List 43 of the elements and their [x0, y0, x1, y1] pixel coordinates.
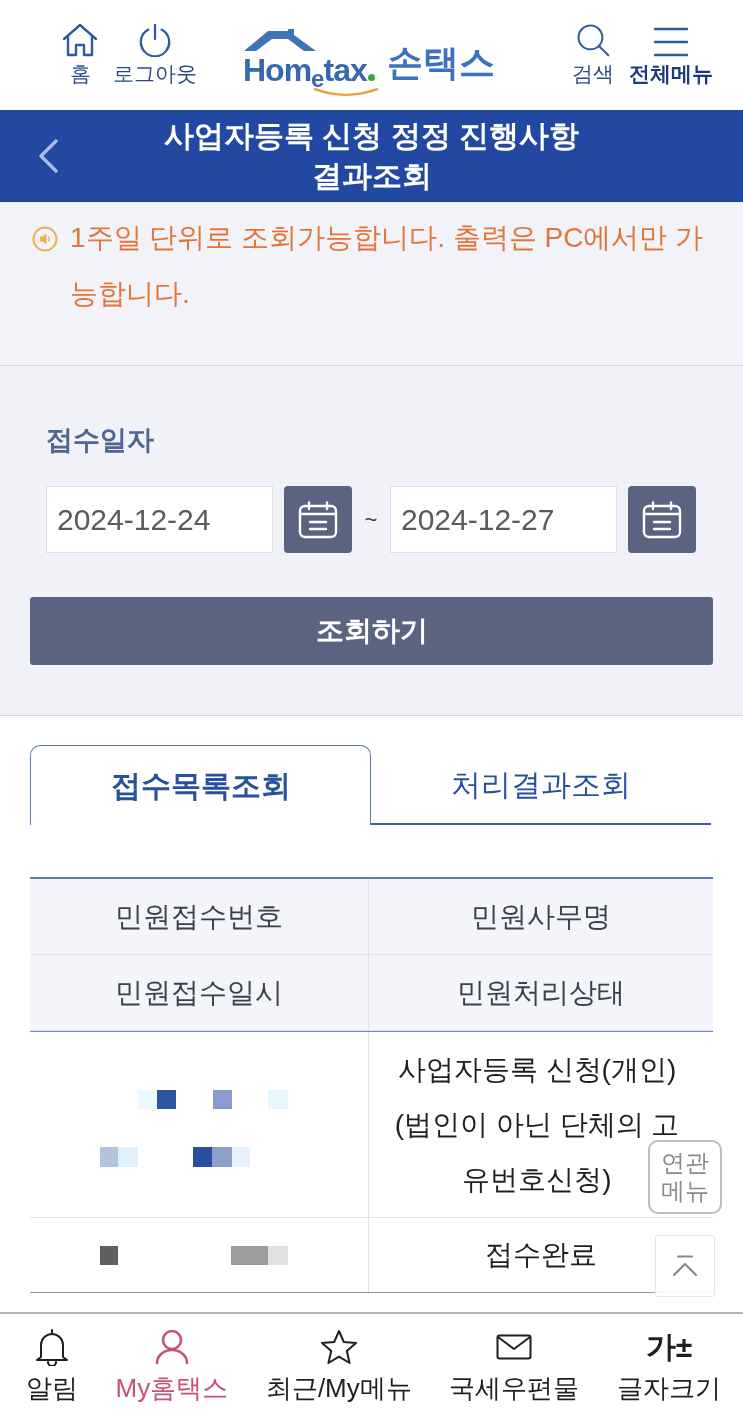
search-submit-button[interactable]: 조회하기 [30, 597, 713, 665]
mail-icon [496, 1334, 533, 1360]
menu-icon [653, 27, 689, 57]
logout-button[interactable]: 로그아웃 [110, 23, 200, 87]
page-title: 사업자등록 신청 정정 진행사항 결과조회 [163, 118, 580, 194]
date-label: 접수일자 [45, 424, 155, 457]
text-size-glyph: 가± [645, 1329, 693, 1365]
bell-icon [35, 1328, 69, 1366]
table-header-cell: 민원처리상태 [368, 955, 713, 1030]
home-icon [62, 23, 98, 57]
person-icon [154, 1329, 189, 1365]
logo-wordmark: Hom$_{e}$tax [243, 53, 367, 87]
search-button[interactable]: 검색 [569, 23, 617, 87]
chevron-left-icon [38, 139, 58, 173]
my-hometax-tab[interactable]: My홈택스 [115, 1328, 229, 1404]
caret-up-icon [672, 1255, 698, 1277]
smile-curve-icon [313, 87, 379, 97]
menu-button[interactable]: 전체메뉴 [627, 23, 715, 87]
calendar-icon [642, 500, 682, 539]
calendar-icon [298, 500, 338, 539]
notifications-tab[interactable]: 알림 [26, 1328, 78, 1404]
scroll-top-button[interactable] [655, 1235, 715, 1297]
notice-text: 1주일 단위로 조회가능합니다. 출력은 PC에서만 가능합니다. [70, 221, 705, 311]
table-header-cell-text: 민원접수번호 [114, 899, 284, 934]
power-icon [137, 23, 173, 57]
logo-dot-icon [367, 74, 375, 81]
tax-mail-tab[interactable]: 국세우편물 [449, 1328, 580, 1404]
recent-menu-tab[interactable]: 최근/My메뉴 [265, 1328, 412, 1404]
tab[interactable]: 처리결과조회 [371, 745, 711, 825]
speaker-icon [32, 226, 58, 252]
table-header-cell: 민원사무명 [368, 879, 713, 954]
calendar-button[interactable] [284, 486, 352, 553]
tab[interactable]: 접수목록조회 [30, 745, 371, 825]
logo-name: 손택스 [386, 43, 495, 83]
range-separator: ~ [363, 506, 379, 534]
star-icon [319, 1329, 358, 1365]
start-date-field[interactable]: 2024-12-24 [46, 486, 273, 553]
end-date-field[interactable]: 2024-12-27 [390, 486, 617, 553]
table-header-cell-text: 민원접수일시 [114, 975, 284, 1010]
calendar-button[interactable] [628, 486, 696, 553]
font-size-tab[interactable]: 가± 글자크기 [617, 1328, 721, 1404]
home-button[interactable]: 홈 [60, 23, 100, 87]
house-roof-icon [244, 29, 316, 53]
